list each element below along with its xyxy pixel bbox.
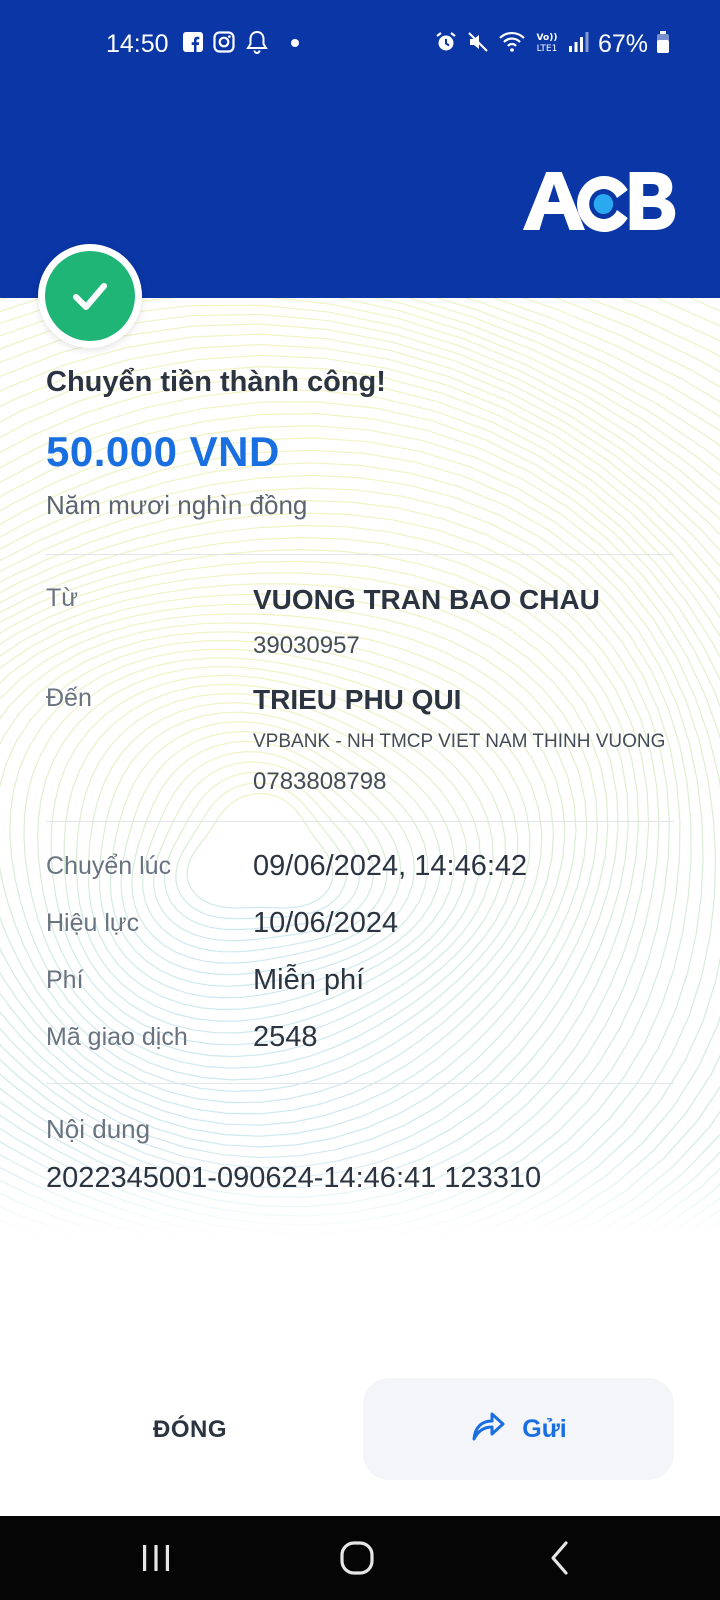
transfer-time-label: Chuyển lúc: [46, 852, 172, 880]
notification-bell-icon: [244, 29, 270, 60]
fee-label: Phí: [46, 966, 84, 994]
wave-line: [0, 354, 720, 1240]
content-value: 2022345001-090624-14:46:41 123310: [46, 1162, 542, 1194]
transfer-success-title: Chuyển tiền thành công!: [46, 366, 386, 398]
battery-percent: 67%: [597, 30, 648, 58]
effective-date-value: 10/06/2024: [253, 907, 399, 939]
to-name: TRIEU PHU QUI: [253, 684, 462, 715]
success-badge: [38, 244, 142, 348]
home-icon: [340, 1541, 374, 1575]
transfer-time-value: 09/06/2024, 14:46:42: [253, 850, 528, 882]
battery-icon: [656, 30, 670, 59]
divider: [46, 821, 674, 822]
svg-text:LTE1: LTE1: [537, 44, 558, 54]
from-name: VUONG TRAN BAO CHAU: [253, 584, 600, 615]
svg-text:Vo)): Vo)): [537, 33, 558, 43]
signal-icon: [568, 30, 590, 59]
effective-date-label: Hiệu lực: [46, 909, 140, 937]
home-button[interactable]: [327, 1536, 387, 1580]
mute-icon: [466, 30, 490, 59]
status-bar: 14:50 Vo)) LTE1 67%: [0, 0, 720, 68]
share-arrow-icon: [470, 1411, 506, 1448]
status-left-icons: [182, 30, 300, 58]
acb-logo: [520, 168, 680, 238]
to-label: Đến: [46, 684, 92, 712]
recent-apps-icon: [143, 1545, 169, 1571]
fee-value: Miễn phí: [253, 964, 365, 996]
volte-icon: Vo)) LTE1: [534, 29, 560, 60]
content-label: Nội dung: [46, 1114, 151, 1144]
success-check-circle: [45, 251, 135, 341]
instagram-icon: [212, 30, 236, 59]
send-button[interactable]: Gửi: [363, 1378, 674, 1480]
alarm-icon: [434, 30, 458, 59]
to-bank: VPBANK - NH TMCP VIET NAM THINH VUONG: [253, 731, 666, 752]
from-label: Từ: [46, 584, 79, 612]
transfer-amount: 50.000 VND: [46, 428, 280, 475]
back-button[interactable]: [530, 1536, 590, 1580]
from-account: 39030957: [253, 632, 360, 659]
wifi-icon: [498, 30, 526, 59]
checkmark-icon: [73, 283, 107, 310]
transaction-id-value: 2548: [253, 1021, 318, 1053]
recent-apps-button[interactable]: [126, 1536, 186, 1580]
divider: [46, 1083, 674, 1084]
transfer-amount-words: Năm mươi nghìn đồng: [46, 490, 308, 520]
status-time: 14:50: [106, 30, 169, 58]
back-icon: [551, 1541, 568, 1575]
divider: [46, 554, 674, 555]
dot-icon: [290, 35, 300, 53]
navigation-bar: [0, 1516, 720, 1600]
close-button[interactable]: ĐÓNG: [60, 1380, 320, 1480]
to-account: 0783808798: [253, 768, 387, 795]
status-right-icons: Vo)) LTE1 67%: [434, 28, 670, 60]
facebook-icon: [182, 31, 204, 58]
send-button-label: Gửi: [522, 1414, 567, 1443]
transaction-id-label: Mã giao dịch: [46, 1023, 188, 1051]
